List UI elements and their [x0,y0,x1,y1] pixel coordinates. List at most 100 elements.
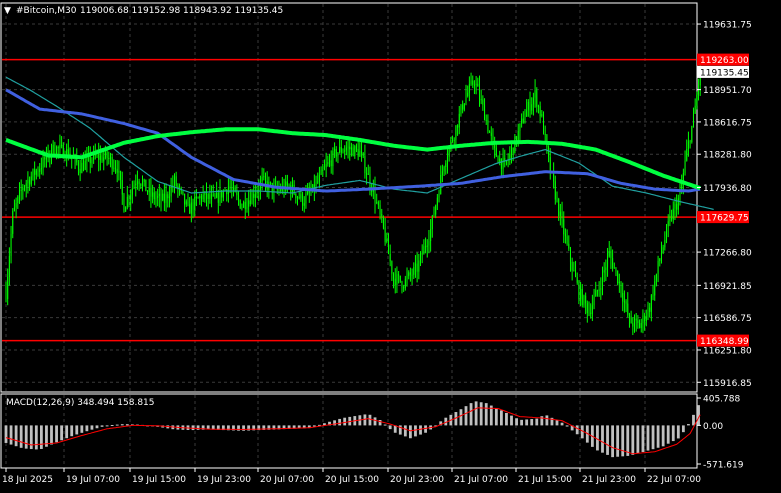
candle-body [420,253,422,261]
candle-body [671,215,673,220]
macd-bar [525,419,529,426]
macd-bar [565,425,569,427]
macd-bar [419,425,422,435]
candle-body [411,274,413,276]
candle-body [376,202,378,204]
candle-body [140,184,142,186]
candle-body [270,181,272,183]
candle-body [57,147,59,149]
candle-body [251,193,253,205]
candle-body [598,289,600,292]
candle-body [463,103,465,110]
price-level-label: 119263.00 [700,56,749,66]
candle-body [113,167,115,169]
macd-bar [636,425,640,454]
macd-bar [555,420,559,426]
candle-body [18,190,20,197]
candle-body [585,295,587,304]
candle-body [396,274,398,286]
candle-body [492,135,494,142]
candle-body [524,116,526,123]
candle-body [512,147,514,154]
candle-body [647,307,649,317]
candle-body [40,168,42,170]
price-chart-window[interactable]: 119263.00 117629.75 116348.99 119631.75 118… [0,0,781,489]
candle-body [564,234,566,237]
candle-body [345,147,347,151]
candle-body [399,275,401,282]
candle-body [640,322,642,329]
candle-body [300,194,302,199]
menu-triangle-icon[interactable]: ▼ [4,6,11,16]
candle-body [569,248,571,262]
candle-body [339,147,341,153]
candle-body [174,176,175,186]
macd-bar [459,409,463,426]
candle-body [623,301,625,303]
macd-bar [110,424,114,426]
candle-body [544,133,546,135]
candle-body [659,258,661,262]
candle-body [303,203,305,206]
candle-body [109,157,111,159]
candle-body [108,158,110,160]
candle-body [529,101,531,111]
candle-body [522,118,524,123]
macd-bar [499,410,503,426]
candle-body [401,281,403,288]
candle-body [630,316,632,324]
candle-body [297,196,299,199]
candle-body [7,276,9,300]
macd-bar [530,419,534,426]
candle-body [362,152,364,156]
candle-body [595,290,597,297]
macd-bar [90,425,94,430]
macd-bar [120,424,124,426]
macd-bar [656,425,660,448]
candle-body [452,140,454,142]
candle-body [581,288,583,305]
candle-body [337,152,339,157]
candle-body [386,238,388,242]
candle-body [414,263,416,268]
price-tick-label: 116921.85 [703,282,752,292]
candle-body [660,252,662,259]
candle-body [484,104,486,121]
candle-body [654,281,656,296]
candle-body [394,278,396,286]
candle-body [657,261,659,274]
price-tick-label: 119631.75 [703,21,752,31]
candle-body [635,318,637,321]
time-tick-label: 18 Jul 2025 [2,475,53,485]
price-level-label: 117629.75 [700,214,749,224]
candle-body [197,197,199,199]
candle-body [34,169,36,175]
macd-bar [50,425,53,445]
candle-body [101,155,103,162]
candle-body [323,167,325,170]
candle-body [472,80,474,85]
candle-body [536,90,538,107]
macd-bar [39,425,43,449]
candle-body [295,193,297,199]
candle-body [91,159,93,164]
candle-body [214,194,216,198]
candle-body [8,256,10,277]
candle-body [42,157,44,169]
candle-body [612,258,614,268]
candle-body [571,261,573,271]
candle-body [580,288,582,299]
macd-bar [70,425,74,437]
candle-body [382,216,384,228]
candle-body [387,238,389,255]
candle-body [167,194,169,199]
candle-body [155,197,157,200]
macd-bar [535,418,539,426]
candle-body [667,221,669,227]
candle-body [325,164,327,168]
candle-body [145,179,147,192]
candle-body [187,201,189,205]
candle-body [359,150,361,157]
candle-body [568,243,570,249]
candle-body [573,270,575,272]
